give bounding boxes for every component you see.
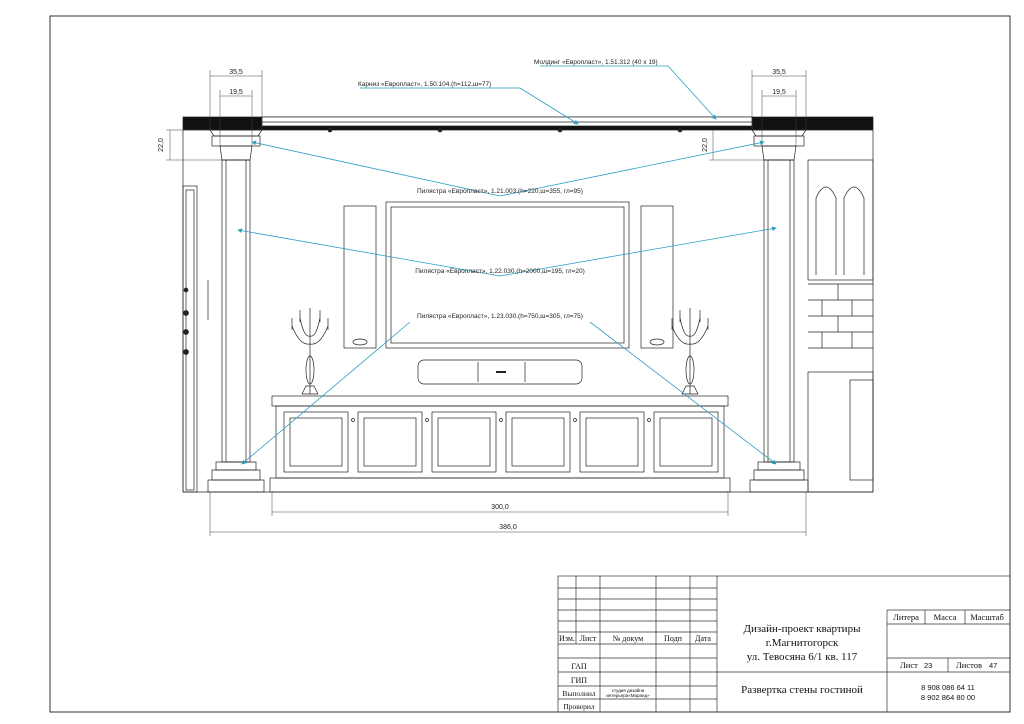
- callout-molding: Молдинг «Европласт», 1.51.312 (40 х 19): [534, 59, 658, 66]
- scale-label: Масштаб: [970, 612, 1004, 622]
- project-line1: Дизайн-проект квартиры: [744, 623, 862, 635]
- dim-cabinet-width: 300,0: [491, 504, 509, 511]
- role-gip: ГИП: [571, 676, 587, 685]
- soundbar: [417, 359, 583, 385]
- left-pilaster: [207, 129, 265, 493]
- role-checked: Проверил: [563, 702, 595, 711]
- role-gap: ГАП: [571, 662, 587, 671]
- callout-pilaster-capital: Пилястра «Европласт», 1.21.003.(h=220,ш=…: [417, 188, 583, 195]
- col-list: Лист: [580, 634, 597, 643]
- cornice: [261, 116, 753, 127]
- sheets-total: 47: [989, 661, 997, 670]
- right-pilaster: [749, 129, 809, 493]
- sheet-label: Лист: [900, 660, 918, 670]
- callout-pilaster-shaft: Пилястра «Европласт», 1.22.030.(h=2000,ш…: [415, 268, 585, 275]
- studio-line2: интерьера«Маранд»: [606, 693, 650, 698]
- dim-left-inner: 19,5: [229, 89, 243, 96]
- col-doc: № докум: [613, 634, 643, 643]
- callout-labels: Молдинг «Европласт», 1.51.312 (40 х 19) …: [358, 59, 658, 320]
- dim-total-width: 386,0: [499, 524, 517, 531]
- phone-1: 8 908 086 64 11: [921, 683, 975, 692]
- title-block-text: Изм. Лист № докум Подп Дата ГАП ГИП Выпо…: [559, 612, 1004, 711]
- left-door: [182, 185, 209, 493]
- dim-left-outer: 35,5: [229, 69, 243, 76]
- dim-right-outer: 35,5: [772, 69, 786, 76]
- mass-label: Масса: [934, 612, 957, 622]
- role-done: Выполнил: [562, 689, 595, 698]
- drawing-sheet: 35,5 19,5 22,0 35,5 19,5 22,0 300,0 386,…: [49, 15, 1011, 713]
- col-sign: Подп: [664, 634, 683, 643]
- sheet-number: 23: [924, 661, 932, 670]
- col-izm: Изм.: [559, 634, 575, 643]
- left-candelabra: [291, 308, 329, 395]
- right-kitchen-elevation: [807, 159, 874, 493]
- project-line2: г.Магнитогорск: [766, 637, 839, 649]
- callout-pilaster-base: Пилястра «Европласт», 1.23.030.(h=750,ш=…: [417, 313, 583, 320]
- right-candelabra: [671, 308, 709, 395]
- col-date: Дата: [695, 634, 711, 643]
- dim-left-height: 22,0: [158, 138, 165, 152]
- wall-elevation: [182, 116, 874, 493]
- dim-right-inner: 19,5: [772, 89, 786, 96]
- dim-right-height: 22,0: [702, 138, 709, 152]
- project-line3: ул. Тевосяна 6/1 кв. 117: [747, 651, 858, 663]
- sheets-label: Листов: [956, 660, 982, 670]
- left-wall-panel: [343, 205, 377, 349]
- right-wall-panel: [640, 205, 674, 349]
- sheet-title: Развертка стены гостиной: [741, 684, 863, 696]
- litera-label: Литера: [893, 612, 919, 622]
- tv-cabinet: [269, 395, 731, 493]
- phone-2: 8 902 864 80 00: [921, 693, 975, 702]
- callout-cornice: Карниз «Европласт», 1.50.104.(h=112,ш=77…: [358, 81, 491, 88]
